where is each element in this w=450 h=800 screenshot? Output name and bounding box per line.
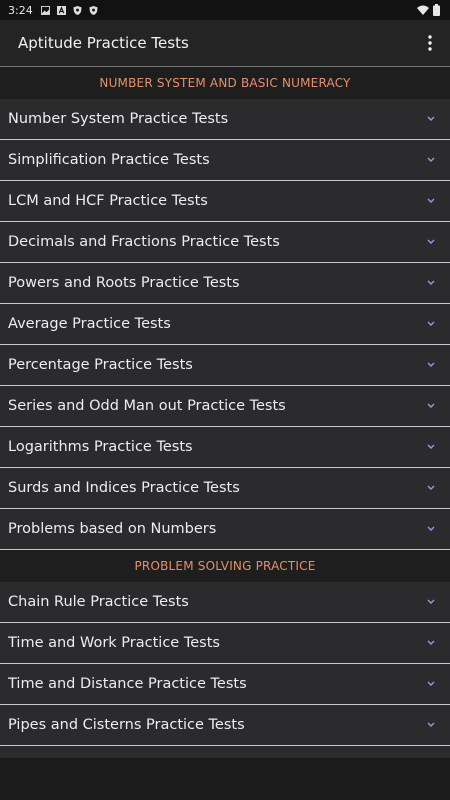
list-item[interactable]: Powers and Roots Practice Tests [0, 263, 450, 304]
photo-icon [40, 5, 50, 15]
chevron-down-icon[interactable] [426, 638, 436, 646]
list-item-label: Time and Distance Practice Tests [8, 676, 247, 692]
list-item[interactable]: Logarithms Practice Tests [0, 427, 450, 468]
list-item-label: Number System Practice Tests [8, 111, 229, 127]
list-item-label: Decimals and Fractions Practice Tests [8, 234, 280, 250]
list-item-label: LCM and HCF Practice Tests [8, 193, 208, 209]
section-header: NUMBER SYSTEM AND BASIC NUMERACY [0, 67, 450, 99]
a-icon [56, 5, 66, 15]
list-item-label: Pipes and Cisterns Practice Tests [8, 717, 245, 733]
list-item-label: Logarithms Practice Tests [8, 439, 193, 455]
shield-icon [89, 5, 98, 15]
chevron-down-icon[interactable] [426, 278, 436, 286]
chevron-down-icon[interactable] [426, 155, 436, 163]
chevron-down-icon[interactable] [426, 196, 436, 204]
section-header: PROBLEM SOLVING PRACTICE [0, 550, 450, 582]
list-item[interactable]: Simplification Practice Tests [0, 140, 450, 181]
list-item[interactable]: Pipes and Cisterns Practice Tests [0, 705, 450, 746]
shield-icon [73, 5, 82, 15]
chevron-down-icon[interactable] [426, 319, 436, 327]
list-item-label: Average Practice Tests [8, 316, 171, 332]
chevron-down-icon[interactable] [426, 114, 436, 122]
list-item[interactable]: Problems based on Numbers [0, 509, 450, 550]
list-item[interactable]: Average Practice Tests [0, 304, 450, 345]
list-item-partial[interactable] [0, 746, 450, 758]
list-item-label: Chain Rule Practice Tests [8, 594, 189, 610]
chevron-down-icon[interactable] [426, 720, 436, 728]
chevron-down-icon[interactable] [426, 597, 436, 605]
list-item-label: Powers and Roots Practice Tests [8, 275, 240, 291]
chevron-down-icon[interactable] [426, 679, 436, 687]
list-item-label: Time and Work Practice Tests [8, 635, 220, 651]
list-item[interactable]: LCM and HCF Practice Tests [0, 181, 450, 222]
section-problem-solving: PROBLEM SOLVING PRACTICE Chain Rule Prac… [0, 550, 450, 758]
list-item[interactable]: Time and Work Practice Tests [0, 623, 450, 664]
list-item[interactable]: Series and Odd Man out Practice Tests [0, 386, 450, 427]
list-item-label: Series and Odd Man out Practice Tests [8, 398, 286, 414]
list-item[interactable]: Surds and Indices Practice Tests [0, 468, 450, 509]
list-item[interactable]: Decimals and Fractions Practice Tests [0, 222, 450, 263]
status-time: 3:24 [8, 3, 33, 17]
more-vert-icon[interactable] [426, 34, 434, 52]
list-item-label: Surds and Indices Practice Tests [8, 480, 240, 496]
list-item-label: Percentage Practice Tests [8, 357, 193, 373]
app-bar: Aptitude Practice Tests [0, 20, 450, 67]
chevron-down-icon[interactable] [426, 360, 436, 368]
chevron-down-icon[interactable] [426, 483, 436, 491]
list-item-label: Simplification Practice Tests [8, 152, 210, 168]
chevron-down-icon[interactable] [426, 442, 436, 450]
list-item[interactable]: Number System Practice Tests [0, 99, 450, 140]
app-title: Aptitude Practice Tests [18, 34, 189, 52]
list-item[interactable]: Percentage Practice Tests [0, 345, 450, 386]
list-item-label: Problems based on Numbers [8, 521, 217, 537]
status-bar: 3:24 [0, 0, 450, 20]
list-item[interactable]: Time and Distance Practice Tests [0, 664, 450, 705]
chevron-down-icon[interactable] [426, 524, 436, 532]
chevron-down-icon[interactable] [426, 237, 436, 245]
list-item[interactable]: Chain Rule Practice Tests [0, 582, 450, 623]
chevron-down-icon[interactable] [426, 401, 436, 409]
battery-icon [433, 4, 440, 16]
wifi-icon [417, 5, 429, 15]
section-number-system: NUMBER SYSTEM AND BASIC NUMERACY Number … [0, 67, 450, 550]
